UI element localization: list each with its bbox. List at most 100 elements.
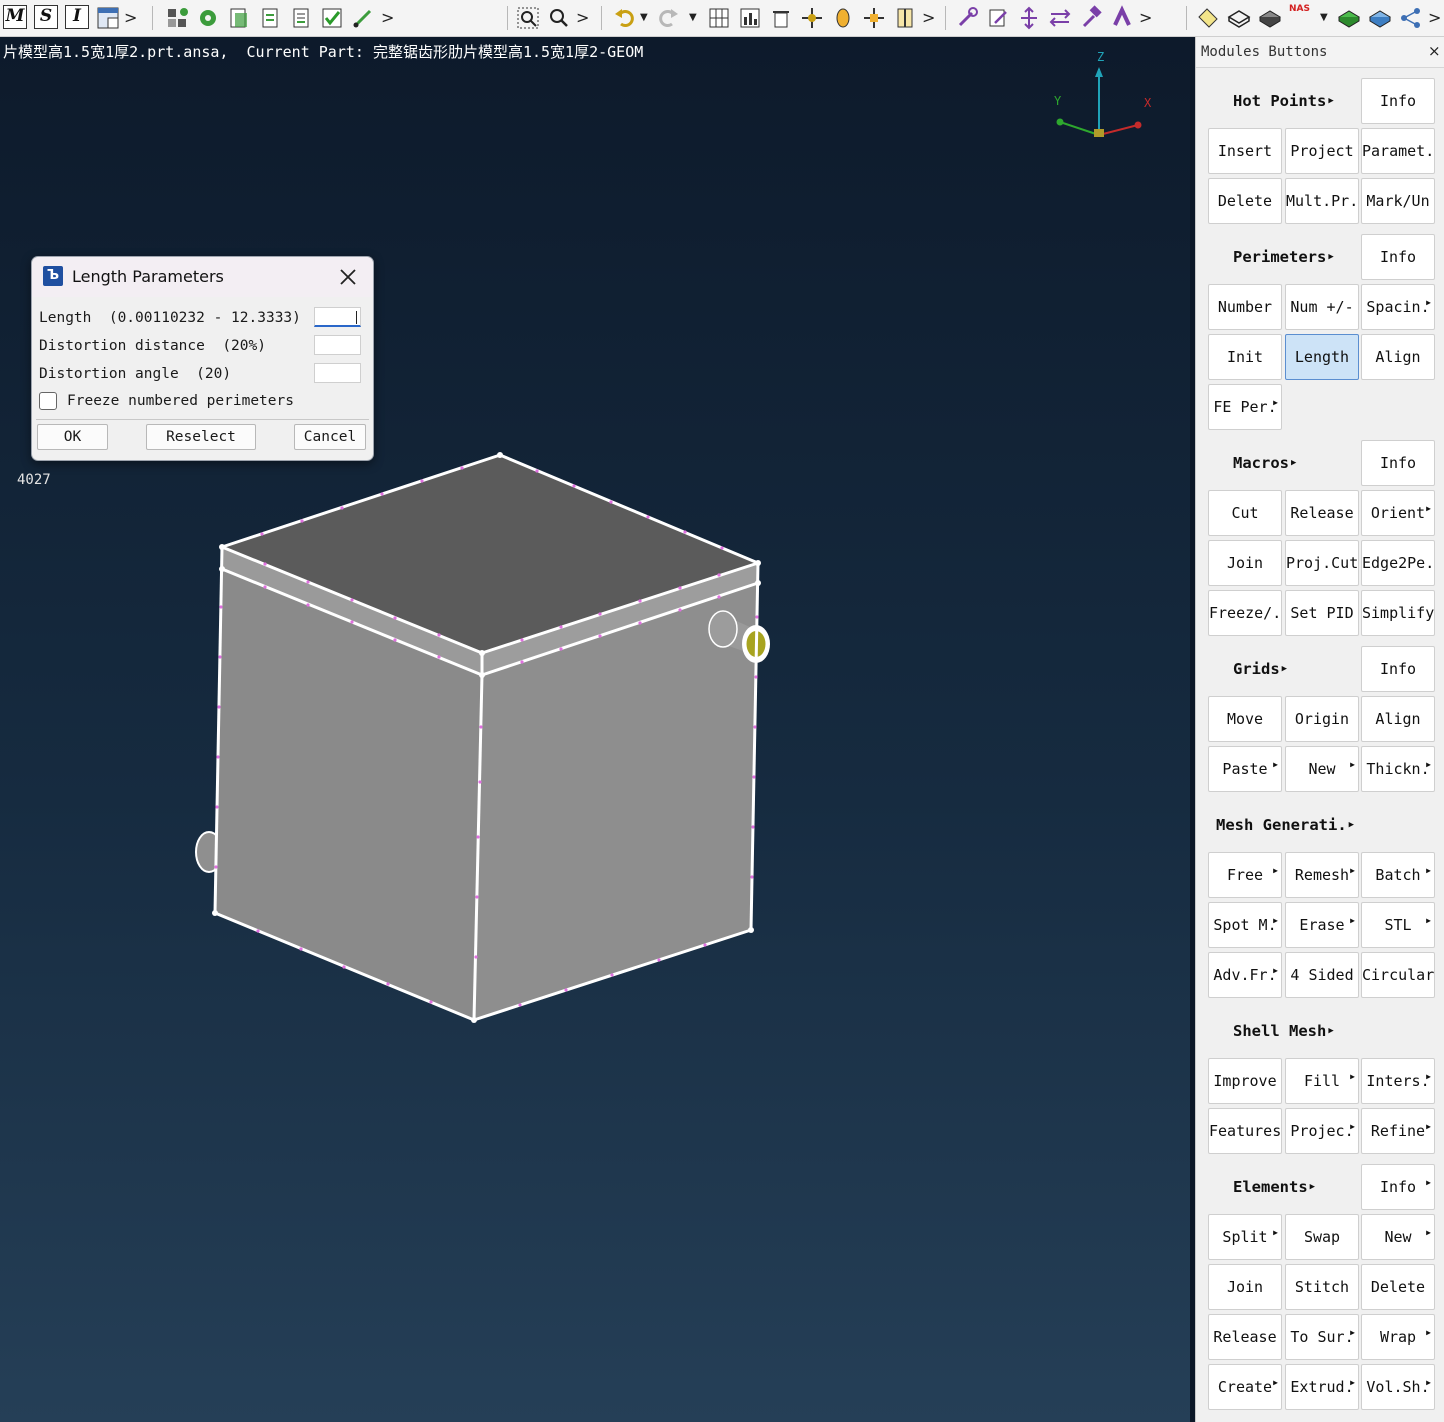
green-box-icon[interactable] [1336, 5, 1362, 31]
dialog-header[interactable]: Ъ Length Parameters [32, 257, 373, 297]
toolbar-more-icon[interactable]: > [922, 6, 935, 30]
info-button[interactable]: Info ▶ [1361, 1164, 1435, 1210]
module-button-num[interactable]: Num +/- [1285, 284, 1359, 330]
module-button-align[interactable]: Align [1361, 334, 1435, 380]
toolbar-more-icon[interactable]: > [124, 6, 137, 30]
module-button-spacin[interactable]: Spacin. ▶ [1361, 284, 1435, 330]
orient-icon[interactable] [830, 5, 856, 31]
data-chart-icon[interactable] [737, 5, 763, 31]
module-button-features[interactable]: Features [1208, 1108, 1282, 1154]
spread-icon[interactable] [1016, 5, 1042, 31]
s-mode-button[interactable]: S [34, 5, 58, 29]
module-button-thickn[interactable]: Thickn. ▶ [1361, 746, 1435, 792]
module-button-number[interactable]: Number [1208, 284, 1282, 330]
length-input[interactable] [314, 307, 361, 327]
hierarchy-icon[interactable] [164, 5, 190, 31]
module-button-proj-cut[interactable]: Proj.Cut [1285, 540, 1359, 586]
distortion-angle-input[interactable] [314, 363, 361, 383]
module-button-new[interactable]: New ▶ [1285, 746, 1359, 792]
module-button-improve[interactable]: Improve [1208, 1058, 1282, 1104]
module-button-remesh[interactable]: Remesh ▶ [1285, 852, 1359, 898]
module-button-swap[interactable]: Swap [1285, 1214, 1359, 1260]
properties-icon[interactable] [226, 5, 252, 31]
paint-brush-icon[interactable] [350, 5, 376, 31]
i-mode-button[interactable]: I [65, 5, 89, 29]
module-button-delete[interactable]: Delete [1361, 1264, 1435, 1310]
module-button-edge2pe[interactable]: Edge2Pe. [1361, 540, 1435, 586]
report-icon[interactable] [288, 5, 314, 31]
info-button[interactable]: Info [1361, 440, 1435, 486]
transfer-icon[interactable] [1047, 5, 1073, 31]
section-title[interactable]: Grids ▶ [1233, 660, 1287, 678]
m-mode-button[interactable]: M [3, 5, 27, 29]
module-button-simplify[interactable]: Simplify [1361, 590, 1435, 636]
module-button-fill[interactable]: Fill ▶ [1285, 1058, 1359, 1104]
module-button-mark-un[interactable]: Mark/Un [1361, 178, 1435, 224]
toolbar-more-icon[interactable]: > [1139, 6, 1152, 30]
module-button-fe-per[interactable]: FE Per. ▶ [1208, 384, 1282, 430]
module-button-paste[interactable]: Paste ▶ [1208, 746, 1282, 792]
module-button-release[interactable]: Release [1285, 490, 1359, 536]
module-button-paramet[interactable]: Paramet. [1361, 128, 1435, 174]
module-button-create[interactable]: Create ▶ [1208, 1364, 1282, 1410]
toolbar-more-icon[interactable]: > [381, 6, 394, 30]
module-button-stl[interactable]: STL ▶ [1361, 902, 1435, 948]
module-button-delete[interactable]: Delete [1208, 178, 1282, 224]
freeze-perimeters-checkbox[interactable] [39, 392, 57, 410]
nas-dropdown-icon[interactable]: ▼ [1320, 6, 1328, 30]
edit-note-icon[interactable] [985, 5, 1011, 31]
model-geometry[interactable] [0, 37, 1190, 1422]
toolbar-more-icon[interactable]: > [576, 6, 589, 30]
zoom-window-icon[interactable] [515, 5, 541, 31]
module-button-orient[interactable]: Orient ▶ [1361, 490, 1435, 536]
module-button-batch[interactable]: Batch ▶ [1361, 852, 1435, 898]
translate-icon[interactable] [861, 5, 887, 31]
toolbar-more-icon[interactable]: > [1428, 6, 1441, 30]
section-title[interactable]: Shell Mesh ▶ [1233, 1022, 1334, 1040]
module-button-init[interactable]: Init [1208, 334, 1282, 380]
shaded-box-icon[interactable] [1257, 5, 1283, 31]
section-title[interactable]: Perimeters ▶ [1233, 248, 1334, 266]
check-icon[interactable] [319, 5, 345, 31]
ok-button[interactable]: OK [37, 424, 108, 450]
section-icon[interactable] [892, 5, 918, 31]
section-title[interactable]: Elements ▶ [1233, 1178, 1315, 1196]
module-button-extrud[interactable]: Extrud. ▶ [1285, 1364, 1359, 1410]
module-button-cut[interactable]: Cut [1208, 490, 1282, 536]
wrench-icon[interactable] [954, 5, 980, 31]
wire-box-icon[interactable] [1226, 5, 1252, 31]
tag-icon[interactable] [1195, 5, 1221, 31]
tree-icon[interactable] [1398, 5, 1424, 31]
move-icon[interactable] [799, 5, 825, 31]
grid-view-icon[interactable] [706, 5, 732, 31]
blue-box-icon[interactable] [1367, 5, 1393, 31]
module-button-4-sided[interactable]: 4 Sided [1285, 952, 1359, 998]
module-button-projec[interactable]: Projec. ▶ [1285, 1108, 1359, 1154]
module-button-mult-pr[interactable]: Mult.Pr. [1285, 178, 1359, 224]
section-title[interactable]: Macros ▶ [1233, 454, 1296, 472]
module-button-inters[interactable]: Inters. ▶ [1361, 1058, 1435, 1104]
magnet-icon[interactable] [1109, 5, 1135, 31]
module-button-split[interactable]: Split ▶ [1208, 1214, 1282, 1260]
module-button-length[interactable]: Length [1285, 334, 1359, 380]
section-title[interactable]: Mesh Generati. ▶ [1216, 816, 1354, 834]
module-button-origin[interactable]: Origin [1285, 696, 1359, 742]
module-button-project[interactable]: Project [1285, 128, 1359, 174]
reselect-button[interactable]: Reselect [146, 424, 256, 450]
module-button-circular[interactable]: Circular [1361, 952, 1435, 998]
module-button-freeze[interactable]: Freeze/. [1208, 590, 1282, 636]
info-button[interactable]: Info [1361, 78, 1435, 124]
module-button-join[interactable]: Join [1208, 540, 1282, 586]
module-button-join[interactable]: Join [1208, 1264, 1282, 1310]
cancel-button[interactable]: Cancel [294, 424, 366, 450]
module-button-align[interactable]: Align [1361, 696, 1435, 742]
info-button[interactable]: Info [1361, 646, 1435, 692]
module-button-set-pid[interactable]: Set PID [1285, 590, 1359, 636]
window-layout-icon[interactable] [95, 5, 121, 31]
module-button-stitch[interactable]: Stitch [1285, 1264, 1359, 1310]
module-button-insert[interactable]: Insert [1208, 128, 1282, 174]
panel-close-button[interactable]: × [1428, 42, 1441, 60]
info-button[interactable]: Info [1361, 234, 1435, 280]
section-title[interactable]: Hot Points ▶ [1233, 92, 1334, 110]
trash-icon[interactable] [768, 5, 794, 31]
